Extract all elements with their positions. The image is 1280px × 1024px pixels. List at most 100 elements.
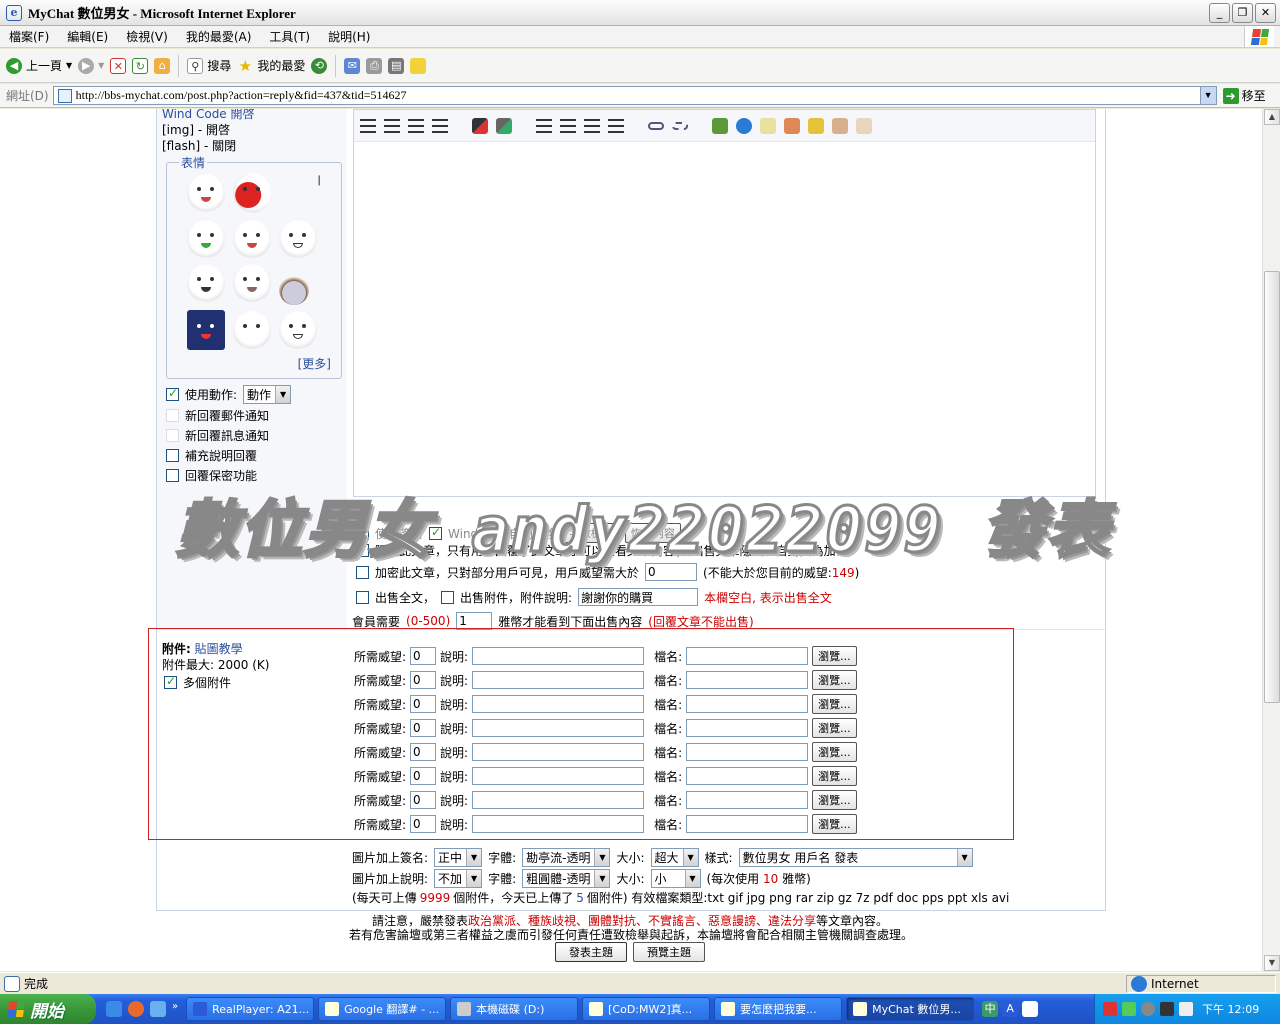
file-input[interactable]: [686, 695, 809, 713]
reply-mail-notify-checkbox[interactable]: [166, 409, 179, 422]
table-edit-icon[interactable]: [856, 117, 872, 134]
menu-view[interactable]: 檢視(V): [117, 28, 177, 45]
emoticon-7[interactable]: [187, 263, 225, 303]
file-input[interactable]: [686, 815, 809, 833]
image-tutorial-link[interactable]: 貼圖教學: [195, 642, 243, 656]
ordered-list-icon[interactable]: [536, 118, 552, 133]
image-desc-select[interactable]: 不加 ▼: [434, 869, 483, 888]
file-input[interactable]: [686, 743, 809, 761]
align-justify-icon[interactable]: [432, 118, 448, 133]
tray-app-icon[interactable]: [1141, 1002, 1155, 1016]
sell-attachment-desc-input[interactable]: 謝謝你的購買: [578, 588, 699, 606]
scroll-up-icon[interactable]: ▲: [1264, 109, 1280, 125]
unordered-list-icon[interactable]: [560, 118, 576, 133]
multi-attachment-checkbox[interactable]: [164, 674, 177, 689]
image-icon[interactable]: [712, 117, 728, 134]
emoticon-4[interactable]: [187, 219, 225, 259]
task-how-to[interactable]: 要怎麼把我要...: [714, 997, 843, 1021]
font-select-1[interactable]: 勘亭流-透明 ▼: [522, 848, 611, 867]
required-prestige-input[interactable]: 0: [410, 671, 437, 689]
link-icon[interactable]: [648, 121, 664, 130]
font-color-icon[interactable]: [472, 117, 488, 134]
use-action-checkbox[interactable]: [166, 386, 179, 401]
ime-icon[interactable]: 中: [982, 1001, 999, 1017]
tray-volume-icon[interactable]: [1179, 1002, 1193, 1016]
description-input[interactable]: [472, 719, 645, 737]
size-select-1[interactable]: 超大 ▼: [650, 848, 699, 867]
font-select-2[interactable]: 粗圓體-透明 ▼: [522, 869, 611, 888]
encrypt-checkbox[interactable]: [356, 565, 369, 579]
description-input[interactable]: [472, 647, 645, 665]
description-input[interactable]: [472, 815, 645, 833]
browse-button[interactable]: 瀏覽...: [812, 646, 857, 666]
map-icon[interactable]: [808, 117, 824, 134]
emoticon-8[interactable]: [233, 263, 271, 303]
table-icon[interactable]: [832, 117, 848, 134]
encrypt-value-input[interactable]: 0: [645, 563, 698, 581]
messenger-icon[interactable]: [410, 57, 427, 74]
back-button[interactable]: ◀ 上一頁 ▼: [6, 57, 72, 74]
task-mychat[interactable]: MyChat 數位男...: [846, 997, 975, 1021]
file-input[interactable]: [686, 791, 809, 809]
file-input[interactable]: [686, 671, 809, 689]
supplement-reply-checkbox[interactable]: [166, 449, 179, 462]
signature-position-select[interactable]: 正中 ▼: [434, 848, 483, 867]
tray-messenger-icon[interactable]: [1160, 1002, 1174, 1016]
file-input[interactable]: [686, 647, 809, 665]
refresh-icon[interactable]: ↻: [132, 57, 149, 74]
emoticon-10[interactable]: [187, 310, 225, 350]
print-icon[interactable]: ⎙: [366, 57, 383, 74]
align-right-icon[interactable]: [408, 118, 424, 133]
unlink-icon[interactable]: [672, 121, 688, 130]
stop-icon[interactable]: ✕: [110, 57, 127, 74]
task-realplayer[interactable]: RealPlayer: A21...: [186, 997, 315, 1021]
submit-post-button[interactable]: 發表主題: [555, 942, 627, 962]
emoticon-9[interactable]: [279, 275, 309, 305]
browse-button[interactable]: 瀏覽...: [812, 670, 857, 690]
align-center-icon[interactable]: [384, 118, 400, 133]
browse-button[interactable]: 瀏覽...: [812, 742, 857, 762]
quicklaunch-more-icon[interactable]: »: [172, 1001, 178, 1017]
scroll-down-icon[interactable]: ▼: [1264, 955, 1280, 971]
file-input[interactable]: [686, 719, 809, 737]
align-left-icon[interactable]: [360, 118, 376, 133]
ime-mode-icon[interactable]: A: [1002, 1001, 1019, 1017]
action-select[interactable]: 動作 ▼: [243, 385, 292, 404]
go-button[interactable]: ➜ 移至: [1222, 87, 1266, 104]
description-input[interactable]: [472, 695, 645, 713]
task-codmw2[interactable]: [CoD:MW2]真...: [582, 997, 711, 1021]
browse-button[interactable]: 瀏覽...: [812, 766, 857, 786]
indent-icon[interactable]: [584, 118, 600, 133]
sell-all-checkbox[interactable]: [356, 590, 369, 604]
favorites-button[interactable]: ★ 我的最愛: [237, 57, 306, 74]
mail-icon[interactable]: ✉: [344, 57, 361, 74]
preview-post-button[interactable]: 預覽主題: [633, 942, 705, 962]
emoticon-2[interactable]: [233, 173, 271, 213]
menu-file[interactable]: 檔案(F): [0, 28, 58, 45]
vertical-scrollbar[interactable]: ▲ ▼: [1262, 109, 1280, 971]
more-emoticons-link[interactable]: [更多]: [298, 355, 331, 372]
required-prestige-input[interactable]: 0: [410, 767, 437, 785]
maximize-button[interactable]: ❐: [1232, 3, 1253, 23]
search-button[interactable]: ⚲ 搜尋: [187, 57, 231, 74]
required-prestige-input[interactable]: 0: [410, 695, 437, 713]
description-input[interactable]: [472, 767, 645, 785]
menu-help[interactable]: 說明(H): [319, 28, 379, 45]
menu-edit[interactable]: 編輯(E): [58, 28, 117, 45]
forward-button[interactable]: ▶ ▼: [78, 57, 104, 74]
sell-attachment-checkbox[interactable]: [441, 590, 455, 604]
pen-icon[interactable]: [784, 117, 800, 134]
description-input[interactable]: [472, 791, 645, 809]
tray-shield-icon[interactable]: [1103, 1002, 1117, 1016]
home-icon[interactable]: ⌂: [154, 57, 171, 74]
required-prestige-input[interactable]: 0: [410, 719, 437, 737]
minimize-button[interactable]: _: [1209, 3, 1230, 23]
task-local-disk[interactable]: 本機磁碟 (D:): [450, 997, 579, 1021]
ime-panel-icon[interactable]: [1022, 1001, 1039, 1017]
file-input[interactable]: [686, 767, 809, 785]
browse-button[interactable]: 瀏覽...: [812, 790, 857, 810]
menu-favorites[interactable]: 我的最愛(A): [177, 28, 261, 45]
emoticon-1[interactable]: [187, 173, 225, 213]
close-button[interactable]: ✕: [1255, 3, 1276, 23]
firefox-quicklaunch-icon[interactable]: [128, 1001, 144, 1017]
